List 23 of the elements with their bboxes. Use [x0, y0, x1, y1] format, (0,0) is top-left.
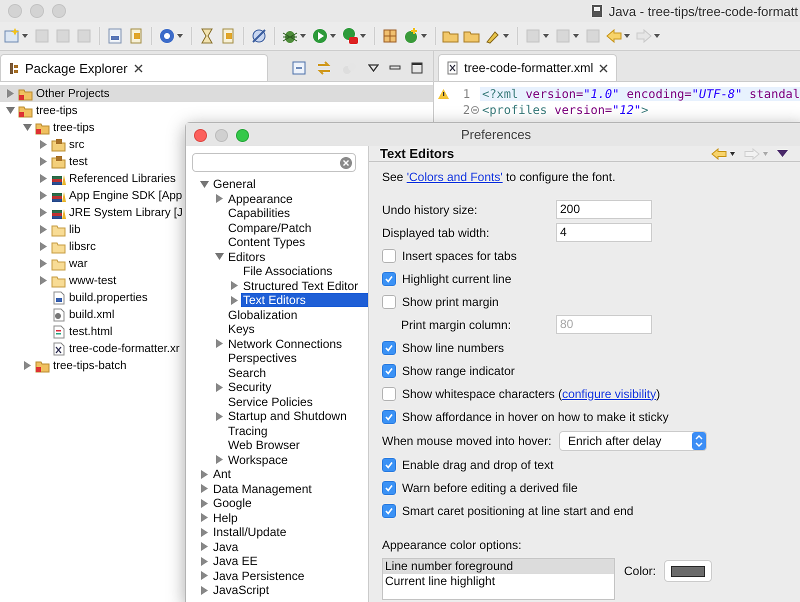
checkbox-label: Insert spaces for tabs [402, 248, 517, 262]
field-label: Undo history size: [382, 202, 478, 216]
page-title: Text Editors [380, 146, 454, 161]
color-label: Color: [624, 564, 656, 578]
intro-text: See 'Colors and Fonts' to configure the font. [382, 170, 616, 184]
line-number: 2 [462, 103, 470, 117]
checkbox-label: Warn before editing a derived file [402, 480, 578, 494]
checkbox-label: Show range indicator [402, 364, 515, 378]
checkbox-label: Show line numbers [402, 340, 504, 354]
checkbox-label: Enable drag and drop of text [402, 458, 554, 472]
field-label: Displayed tab width: [382, 226, 490, 240]
checkbox-label: Highlight current line [402, 272, 512, 286]
window-title: Java - tree-tips/tree-code-formatt [608, 4, 798, 18]
checkbox-label: Show print margin [402, 294, 499, 308]
field-label: Print margin column: [401, 318, 512, 332]
line-number: 1 [462, 87, 470, 101]
section-label: Appearance color options: [382, 538, 522, 552]
dialog-title: Preferences [460, 127, 532, 142]
select-label: When mouse moved into hover: [382, 434, 552, 448]
checkbox-label: Smart caret positioning at line start and end [402, 504, 634, 518]
code-line: <profiles version="12"> [481, 103, 650, 117]
checkbox-label: Show whitespace characters (configure visibility) [402, 386, 660, 400]
checkbox-label: Show affordance in hover on how to make it sticky [402, 410, 669, 424]
